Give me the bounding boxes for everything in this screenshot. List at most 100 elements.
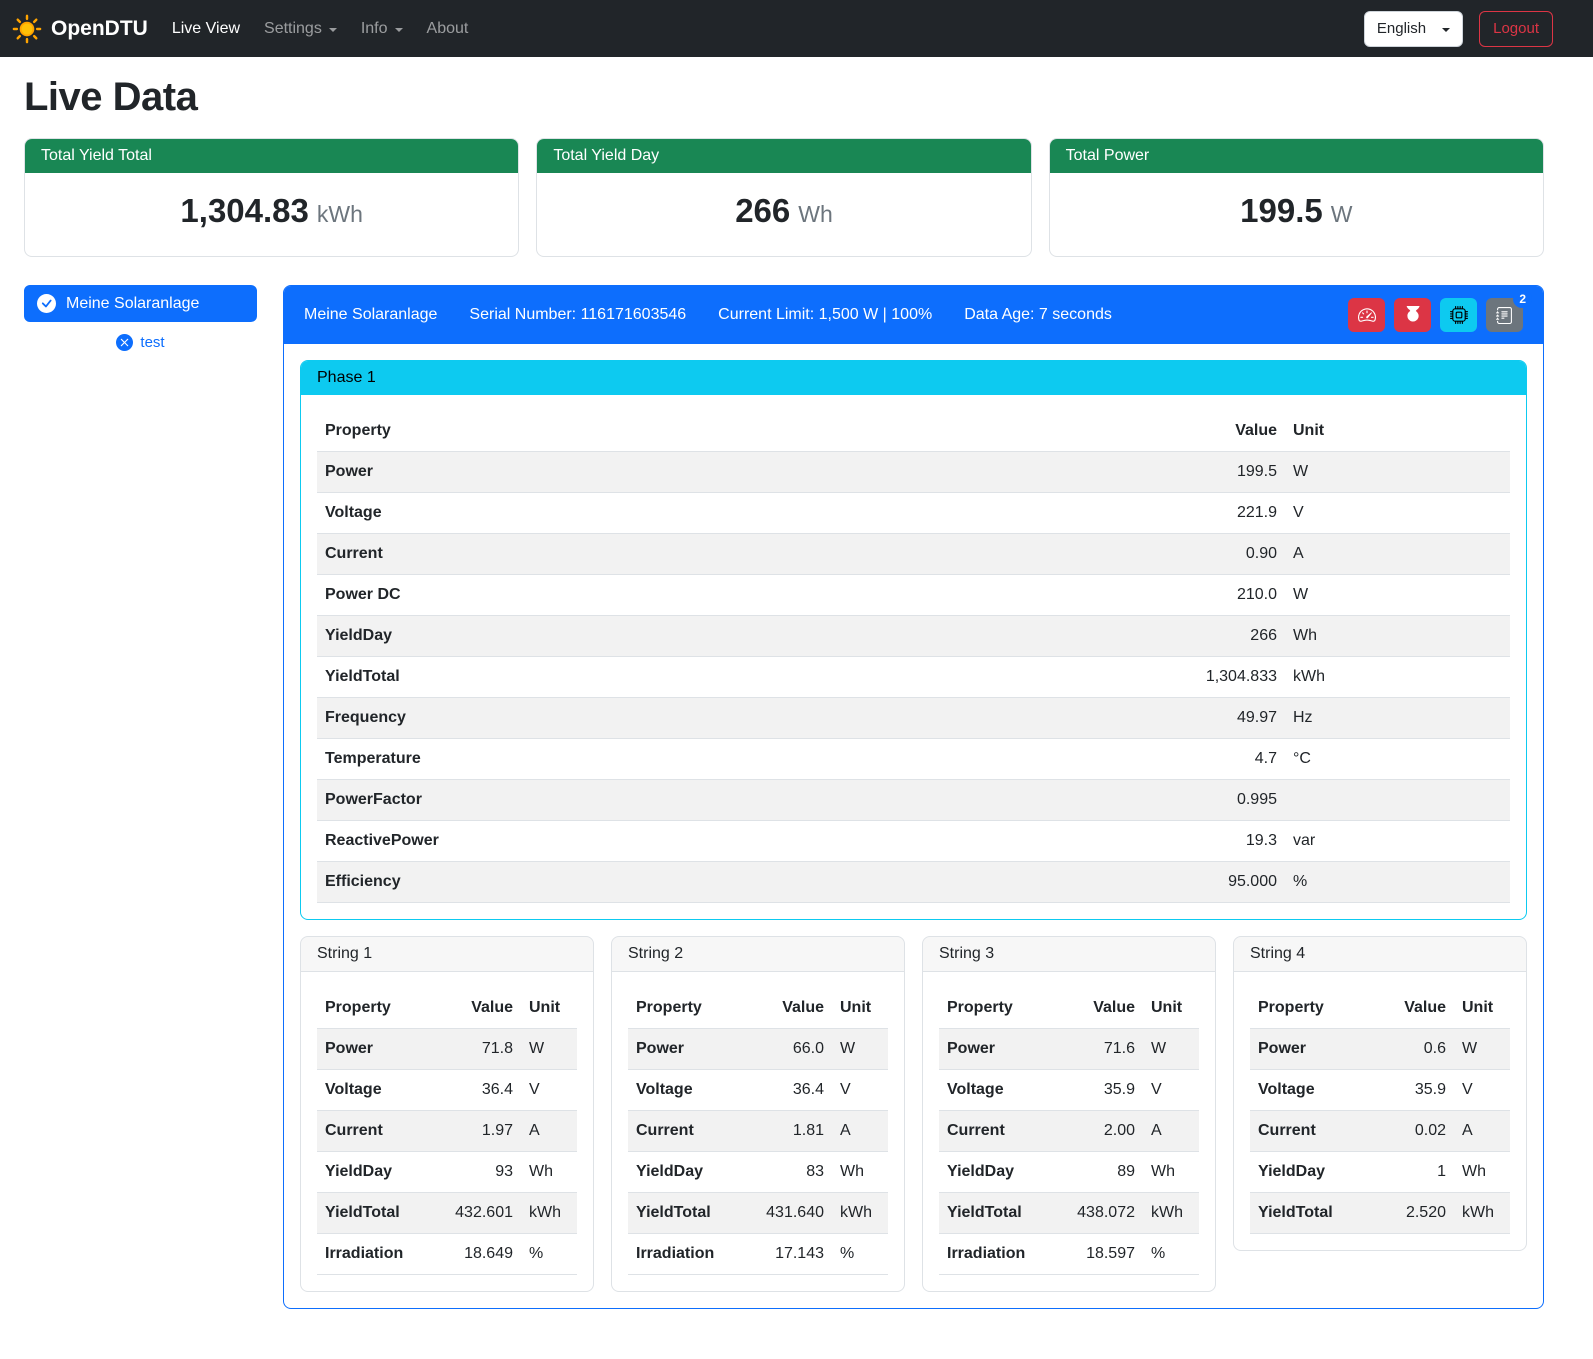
value-cell: 35.9 xyxy=(1384,1070,1454,1111)
event-log-button[interactable]: 2 xyxy=(1486,298,1523,332)
nav-settings[interactable]: Settings xyxy=(252,12,349,46)
language-select-value: English xyxy=(1377,20,1426,37)
value-cell: 431.640 xyxy=(758,1193,832,1234)
language-select[interactable]: English xyxy=(1364,11,1463,47)
x-circle-icon xyxy=(116,334,133,351)
table-header-row: Property Value Unit xyxy=(939,988,1199,1029)
table-row: Power66.0W xyxy=(628,1029,888,1070)
table-row: Current1.97A xyxy=(317,1111,577,1152)
value-cell: 1.97 xyxy=(447,1111,521,1152)
limit-settings-button[interactable] xyxy=(1348,298,1385,332)
column-header-value: Value xyxy=(758,988,832,1029)
value-cell: 4.7 xyxy=(1165,739,1285,780)
table-row: Temperature4.7°C xyxy=(317,739,1510,780)
unit-cell: V xyxy=(1285,493,1510,534)
event-count-badge: 2 xyxy=(1513,290,1532,308)
card-title: Total Yield Day xyxy=(537,139,1030,173)
string-card-title: String 4 xyxy=(1250,945,1305,962)
unit-cell: % xyxy=(1285,862,1510,903)
property-cell: Voltage xyxy=(317,493,1165,534)
main-row: Meine Solaranlage test Meine Solaranlage… xyxy=(24,285,1544,1309)
string-card-title: String 1 xyxy=(317,945,372,962)
property-cell: Power xyxy=(628,1029,758,1070)
inverter-sidebar: Meine Solaranlage test xyxy=(24,285,257,351)
card-title: Total Power xyxy=(1050,139,1543,173)
unit-cell: % xyxy=(1143,1234,1199,1275)
nav-live-view[interactable]: Live View xyxy=(160,12,252,46)
value-cell: 89 xyxy=(1069,1152,1143,1193)
table-row: Power199.5W xyxy=(317,452,1510,493)
summary-cards-row: Total Yield Total 1,304.83kWh Total Yiel… xyxy=(24,138,1544,257)
value-cell: 221.9 xyxy=(1165,493,1285,534)
unit-cell: % xyxy=(832,1234,888,1275)
value-cell: 1 xyxy=(1384,1152,1454,1193)
table-row: YieldDay83Wh xyxy=(628,1152,888,1193)
value-cell: 199.5 xyxy=(1165,452,1285,493)
property-cell: Irradiation xyxy=(628,1234,758,1275)
inverter-panel-body: Phase 1 Property Value Unit Power199.5WV… xyxy=(284,344,1543,1308)
navbar-right: English Logout xyxy=(1364,11,1553,47)
unit-cell: Wh xyxy=(1143,1152,1199,1193)
column-header-unit: Unit xyxy=(1143,988,1199,1029)
table-row: Irradiation18.597% xyxy=(939,1234,1199,1275)
total-yield-total-card: Total Yield Total 1,304.83kWh xyxy=(24,138,519,257)
table-row: YieldDay266Wh xyxy=(317,616,1510,657)
unit-cell: Wh xyxy=(521,1152,577,1193)
property-cell: YieldTotal xyxy=(317,1193,447,1234)
value-cell: 71.6 xyxy=(1069,1029,1143,1070)
string-card-title: String 3 xyxy=(939,945,994,962)
table-row: Frequency49.97Hz xyxy=(317,698,1510,739)
card-value: 1,304.83 xyxy=(180,192,308,229)
unit-cell: V xyxy=(832,1070,888,1111)
logout-button[interactable]: Logout xyxy=(1479,11,1553,47)
unit-cell: A xyxy=(832,1111,888,1152)
inverter-name: Meine Solaranlage xyxy=(304,306,437,324)
device-info-button[interactable] xyxy=(1440,298,1477,332)
table-row: Irradiation18.649% xyxy=(317,1234,577,1275)
brand-link[interactable]: OpenDTU xyxy=(12,14,148,44)
nav-about[interactable]: About xyxy=(415,12,481,46)
table-row: Voltage221.9V xyxy=(317,493,1510,534)
inverter-select-button[interactable]: Meine Solaranlage xyxy=(24,285,257,322)
value-cell: 1,304.833 xyxy=(1165,657,1285,698)
check-circle-icon xyxy=(37,294,56,313)
table-row: YieldTotal432.601kWh xyxy=(317,1193,577,1234)
inverter-panel: Meine Solaranlage Serial Number: 1161716… xyxy=(283,285,1544,1309)
journal-icon xyxy=(1496,307,1513,324)
nav-info[interactable]: Info xyxy=(349,12,415,46)
table-row: Efficiency95.000% xyxy=(317,862,1510,903)
value-cell: 36.4 xyxy=(447,1070,521,1111)
property-cell: Current xyxy=(628,1111,758,1152)
column-header-property: Property xyxy=(1250,988,1384,1029)
property-cell: YieldDay xyxy=(317,616,1165,657)
unit-cell: A xyxy=(1285,534,1510,575)
nav-links: Live View Settings Info About xyxy=(160,12,481,46)
unit-cell: V xyxy=(521,1070,577,1111)
cpu-icon xyxy=(1450,306,1468,324)
value-cell: 0.02 xyxy=(1384,1111,1454,1152)
power-button[interactable] xyxy=(1394,298,1431,332)
value-cell: 2.00 xyxy=(1069,1111,1143,1152)
total-yield-day-card: Total Yield Day 266Wh xyxy=(536,138,1031,257)
unit-cell: kWh xyxy=(1285,657,1510,698)
property-cell: PowerFactor xyxy=(317,780,1165,821)
value-cell: 0.995 xyxy=(1165,780,1285,821)
inverter-panel-header: Meine Solaranlage Serial Number: 1161716… xyxy=(284,286,1543,344)
inverter-test-link[interactable]: test xyxy=(24,334,257,351)
total-power-card: Total Power 199.5W xyxy=(1049,138,1544,257)
table-header-row: Property Value Unit xyxy=(317,988,577,1029)
strings-row: String 1 Property Value Unit Power71.8WV… xyxy=(300,936,1527,1292)
power-icon xyxy=(1404,306,1422,324)
phase-table: Property Value Unit Power199.5WVoltage22… xyxy=(317,411,1510,903)
unit-cell: % xyxy=(521,1234,577,1275)
unit-cell: kWh xyxy=(1454,1193,1510,1234)
table-row: Current1.81A xyxy=(628,1111,888,1152)
column-header-property: Property xyxy=(317,411,1165,452)
unit-cell: var xyxy=(1285,821,1510,862)
table-row: YieldDay1Wh xyxy=(1250,1152,1510,1193)
property-cell: YieldDay xyxy=(939,1152,1069,1193)
page-container: Live Data Total Yield Total 1,304.83kWh … xyxy=(0,75,1593,1339)
value-cell: 438.072 xyxy=(1069,1193,1143,1234)
inverter-data-age: Data Age: 7 seconds xyxy=(964,306,1112,324)
value-cell: 266 xyxy=(1165,616,1285,657)
